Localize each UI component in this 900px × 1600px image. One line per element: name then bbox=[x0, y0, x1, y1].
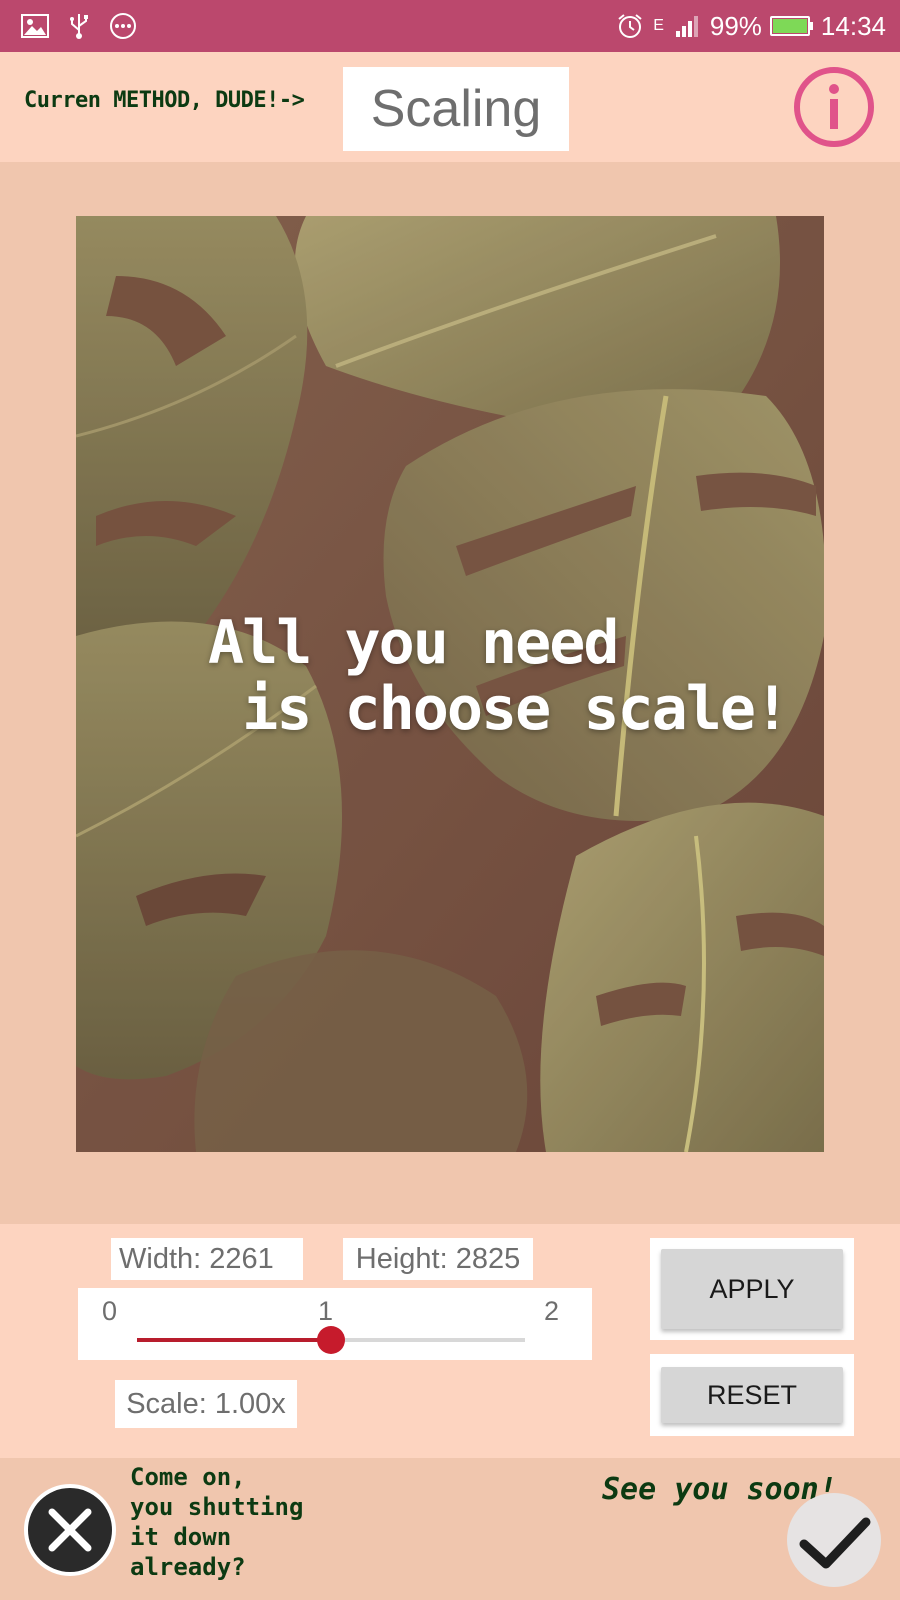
signal-icon bbox=[672, 11, 702, 41]
scale-slider-fill bbox=[137, 1338, 331, 1342]
method-prefix-label: Curren METHOD, DUDE!-> bbox=[24, 88, 305, 113]
scale-slider-panel: 0 1 2 bbox=[78, 1288, 592, 1360]
preview-area: All you need is choose scale! bbox=[0, 162, 900, 1224]
status-bar-left bbox=[0, 11, 138, 41]
info-button[interactable] bbox=[793, 66, 875, 148]
reset-button[interactable]: RESET bbox=[661, 1367, 843, 1423]
alarm-icon bbox=[615, 11, 645, 41]
footer: Come on, you shutting it down already? S… bbox=[0, 1458, 900, 1600]
more-icon bbox=[108, 11, 138, 41]
scale-value-label: Scale: 1.00x bbox=[115, 1380, 297, 1428]
width-label: Width: 2261 bbox=[111, 1238, 303, 1280]
reset-button-frame: RESET bbox=[650, 1354, 854, 1436]
scale-slider-thumb[interactable] bbox=[317, 1326, 345, 1354]
usb-icon bbox=[64, 11, 94, 41]
battery-icon bbox=[769, 16, 813, 36]
close-button[interactable] bbox=[22, 1482, 118, 1578]
slider-tick-min: 0 bbox=[102, 1296, 118, 1326]
status-bar-right: E 99% 14:34 bbox=[615, 11, 900, 42]
info-icon bbox=[794, 67, 874, 147]
preview-overlay-text: All you need is choose scale! bbox=[208, 608, 790, 744]
slider-tick-mid: 1 bbox=[318, 1296, 334, 1326]
close-icon bbox=[24, 1484, 116, 1576]
scale-slider[interactable] bbox=[137, 1326, 525, 1354]
quit-message: Come on, you shutting it down already? bbox=[130, 1463, 304, 1581]
header: Curren METHOD, DUDE!-> Scaling bbox=[0, 52, 900, 162]
confirm-button[interactable] bbox=[786, 1492, 882, 1588]
apply-button-frame: APPLY bbox=[650, 1238, 854, 1340]
image-icon bbox=[20, 11, 50, 41]
status-bar: E 99% 14:34 bbox=[0, 0, 900, 52]
preview-image[interactable]: All you need is choose scale! bbox=[76, 216, 824, 1152]
checkmark-icon bbox=[787, 1493, 881, 1587]
clock: 14:34 bbox=[820, 10, 886, 41]
battery-percent: 99% bbox=[709, 10, 762, 41]
network-type: E bbox=[653, 17, 664, 34]
height-label: Height: 2825 bbox=[343, 1238, 533, 1280]
slider-tick-max: 2 bbox=[544, 1296, 560, 1326]
apply-button[interactable]: APPLY bbox=[661, 1249, 843, 1329]
current-method-display[interactable]: Scaling bbox=[343, 67, 569, 151]
scaling-controls: Width: 2261 Height: 2825 0 1 2 Scale: 1.… bbox=[0, 1224, 900, 1458]
